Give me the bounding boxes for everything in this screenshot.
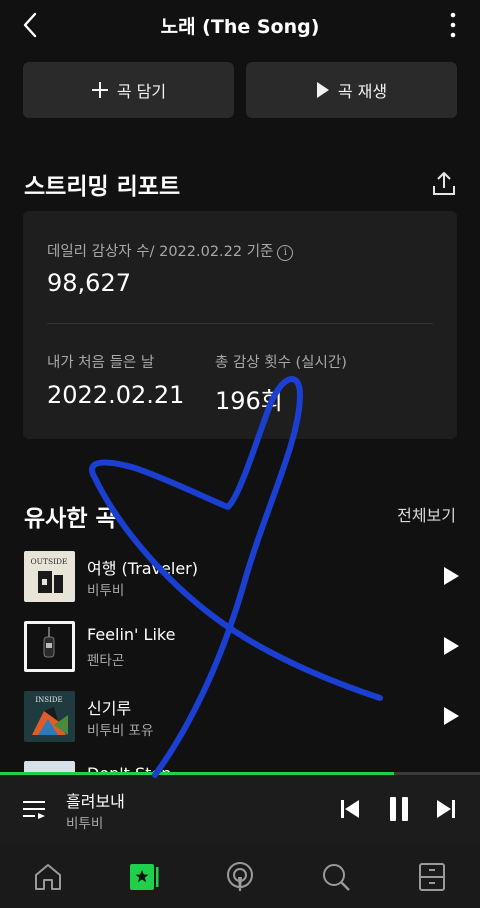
album-cover: INSIDE <box>24 691 75 742</box>
album-cover <box>24 621 75 672</box>
previous-track-icon[interactable] <box>338 797 362 821</box>
cover-text: INSIDE <box>35 696 62 704</box>
song-artist: 펜타곤 <box>87 653 125 669</box>
song-title: 여행 (Traveler) <box>87 559 198 578</box>
cover-text: OUTSIDE <box>30 557 67 566</box>
song-title: Don't Stop <box>87 764 171 772</box>
album-cover <box>24 761 75 772</box>
add-song-label: 곡 담기 <box>116 82 167 101</box>
mini-player[interactable]: 흘려보내 비투비 <box>0 775 480 845</box>
search-icon[interactable] <box>320 861 352 893</box>
info-icon[interactable]: i <box>277 245 294 261</box>
now-playing-title: 흘려보내 <box>66 792 125 811</box>
song-row[interactable]: Feelin' Like 펜타곤 <box>0 621 480 681</box>
daily-listeners-value: 98,627 <box>47 269 131 297</box>
song-artist: 비투비 포유 <box>87 723 154 739</box>
play-icon[interactable] <box>441 565 461 587</box>
song-row[interactable]: INSIDE 신기루 비투비 포유 <box>0 691 480 751</box>
total-plays-label: 총 감상 횟수 (실시간) <box>215 355 347 371</box>
song-row[interactable]: OUTSIDE 여행 (Traveler) 비투비 <box>0 551 480 611</box>
home-icon[interactable] <box>32 861 64 893</box>
share-icon[interactable] <box>430 170 458 198</box>
storage-icon[interactable] <box>416 861 448 893</box>
total-plays-value: 196회 <box>215 387 283 415</box>
first-listen-value: 2022.02.21 <box>47 381 185 409</box>
similar-songs-title: 유사한 곡 <box>24 506 117 532</box>
top-bar: 노래 (The Song) <box>0 0 480 50</box>
streaming-report-title: 스트리밍 리포트 <box>24 174 181 200</box>
play-icon[interactable] <box>441 635 461 657</box>
song-title: 신기루 <box>87 699 132 718</box>
album-cover: OUTSIDE <box>24 551 75 602</box>
plus-icon <box>91 82 108 98</box>
play-icon <box>316 82 329 98</box>
first-listen-label: 내가 처음 들은 날 <box>47 355 155 371</box>
library-icon[interactable] <box>128 861 160 893</box>
play-song-button[interactable]: 곡 재생 <box>246 62 457 118</box>
now-playing-artist: 비투비 <box>66 816 104 832</box>
song-artist: 비투비 <box>87 583 125 599</box>
pause-icon[interactable] <box>386 795 412 823</box>
see-all-link[interactable]: 전체보기 <box>397 502 456 526</box>
more-options-icon[interactable] <box>446 11 460 39</box>
podcast-icon[interactable] <box>224 861 256 893</box>
play-song-label: 곡 재생 <box>337 82 388 101</box>
song-row[interactable]: Don't Stop <box>0 761 480 772</box>
daily-listeners-label: 데일리 감상자 수/ 2022.02.22 기준 i <box>47 240 294 261</box>
streaming-report-card: 데일리 감상자 수/ 2022.02.22 기준 i 98,627 내가 처음 들… <box>23 211 457 439</box>
next-track-icon[interactable] <box>434 797 458 821</box>
divider <box>47 323 433 324</box>
song-title: Feelin' Like <box>87 625 176 644</box>
bottom-navigation <box>0 845 480 908</box>
page-title: 노래 (The Song) <box>160 16 320 38</box>
add-song-button[interactable]: 곡 담기 <box>23 62 234 118</box>
playlist-queue-icon[interactable] <box>20 795 50 825</box>
play-icon[interactable] <box>441 705 461 727</box>
